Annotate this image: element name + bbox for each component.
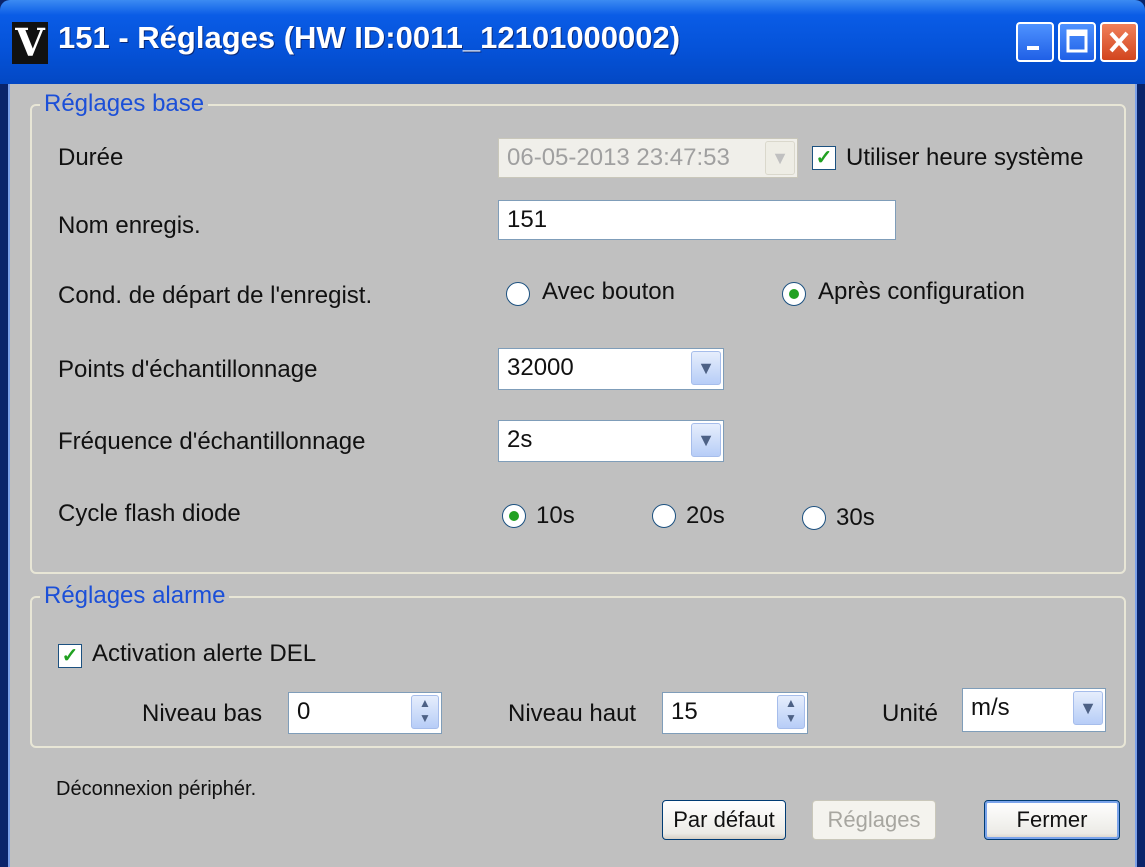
close-dialog-button[interactable]: Fermer [984, 800, 1120, 840]
maximize-icon [1066, 29, 1088, 53]
flash-30s-label: 30s [836, 504, 875, 531]
minimize-icon [1027, 46, 1039, 50]
unit-select[interactable]: m/s ▼ [962, 688, 1106, 732]
base-settings-group: Réglages base Durée 06-05-2013 23:47:53 … [30, 90, 1126, 574]
client-area: Réglages base Durée 06-05-2013 23:47:53 … [8, 84, 1137, 867]
sampling-points-value: 32000 [507, 354, 574, 381]
duration-label: Durée [58, 144, 124, 171]
high-level-label: Niveau haut [508, 700, 637, 727]
unit-value: m/s [971, 694, 1010, 721]
low-level-value: 0 [297, 698, 311, 725]
flash-20s-radio[interactable] [652, 504, 676, 528]
sampling-points-select[interactable]: 32000 ▼ [498, 348, 724, 390]
high-level-value: 15 [671, 698, 698, 725]
flash-10s-radio[interactable] [502, 504, 526, 528]
minimize-button[interactable] [1016, 22, 1054, 62]
flash-10s-label: 10s [536, 502, 575, 529]
chevron-down-icon[interactable]: ▼ [691, 351, 721, 385]
high-level-spinner[interactable]: 15 ▲ ▼ [662, 692, 808, 734]
flash-30s-radio[interactable] [802, 506, 826, 530]
start-condition-label: Cond. de départ de l'enregist. [58, 282, 373, 309]
apply-settings-button[interactable]: Réglages [812, 800, 936, 840]
chevron-down-icon[interactable]: ▼ [691, 423, 721, 457]
app-logo-icon: V [12, 22, 48, 64]
alarm-settings-legend: Réglages alarme [40, 582, 230, 610]
sampling-frequency-value: 2s [507, 426, 533, 453]
start-with-button-radio[interactable] [506, 282, 530, 306]
status-text: Déconnexion périphér. [56, 778, 257, 800]
base-settings-legend: Réglages base [40, 90, 209, 118]
alarm-settings-group: Réglages alarme ✓ Activation alerte DEL … [30, 582, 1126, 748]
settings-window: V 151 - Réglages (HW ID:0011_12101000002… [0, 0, 1145, 867]
low-level-label: Niveau bas [142, 700, 263, 727]
unit-label: Unité [882, 700, 939, 727]
chevron-down-icon[interactable]: ▼ [1073, 691, 1103, 725]
sampling-points-label: Points d'échantillonnage [58, 356, 318, 383]
use-system-time-label: Utiliser heure système [846, 144, 1084, 171]
spinner-arrows-icon[interactable]: ▲ ▼ [777, 695, 805, 729]
use-system-time-checkbox[interactable]: ✓ [812, 146, 836, 170]
led-alert-checkbox[interactable]: ✓ [58, 644, 82, 668]
low-level-spinner[interactable]: 0 ▲ ▼ [288, 692, 442, 734]
duration-field[interactable]: 06-05-2013 23:47:53 ▼ [498, 138, 798, 178]
close-button[interactable] [1100, 22, 1138, 62]
start-after-config-label: Après configuration [818, 278, 1025, 305]
chevron-down-icon: ▼ [765, 141, 795, 175]
spinner-arrows-icon[interactable]: ▲ ▼ [411, 695, 439, 729]
led-alert-label: Activation alerte DEL [92, 640, 317, 667]
default-button[interactable]: Par défaut [662, 800, 786, 840]
start-after-config-radio[interactable] [782, 282, 806, 306]
window-title: 151 - Réglages (HW ID:0011_12101000002) [58, 20, 681, 55]
maximize-button[interactable] [1058, 22, 1096, 62]
flash-20s-label: 20s [686, 502, 725, 529]
sampling-frequency-label: Fréquence d'échantillonnage [58, 428, 366, 455]
name-field[interactable]: 151 [498, 200, 896, 240]
flash-cycle-label: Cycle flash diode [58, 500, 241, 527]
name-label: Nom enregis. [58, 212, 201, 239]
duration-value: 06-05-2013 23:47:53 [507, 144, 730, 171]
sampling-frequency-select[interactable]: 2s ▼ [498, 420, 724, 462]
start-with-button-label: Avec bouton [542, 278, 675, 305]
title-bar[interactable]: V 151 - Réglages (HW ID:0011_12101000002… [0, 0, 1145, 84]
close-icon [1109, 31, 1129, 53]
